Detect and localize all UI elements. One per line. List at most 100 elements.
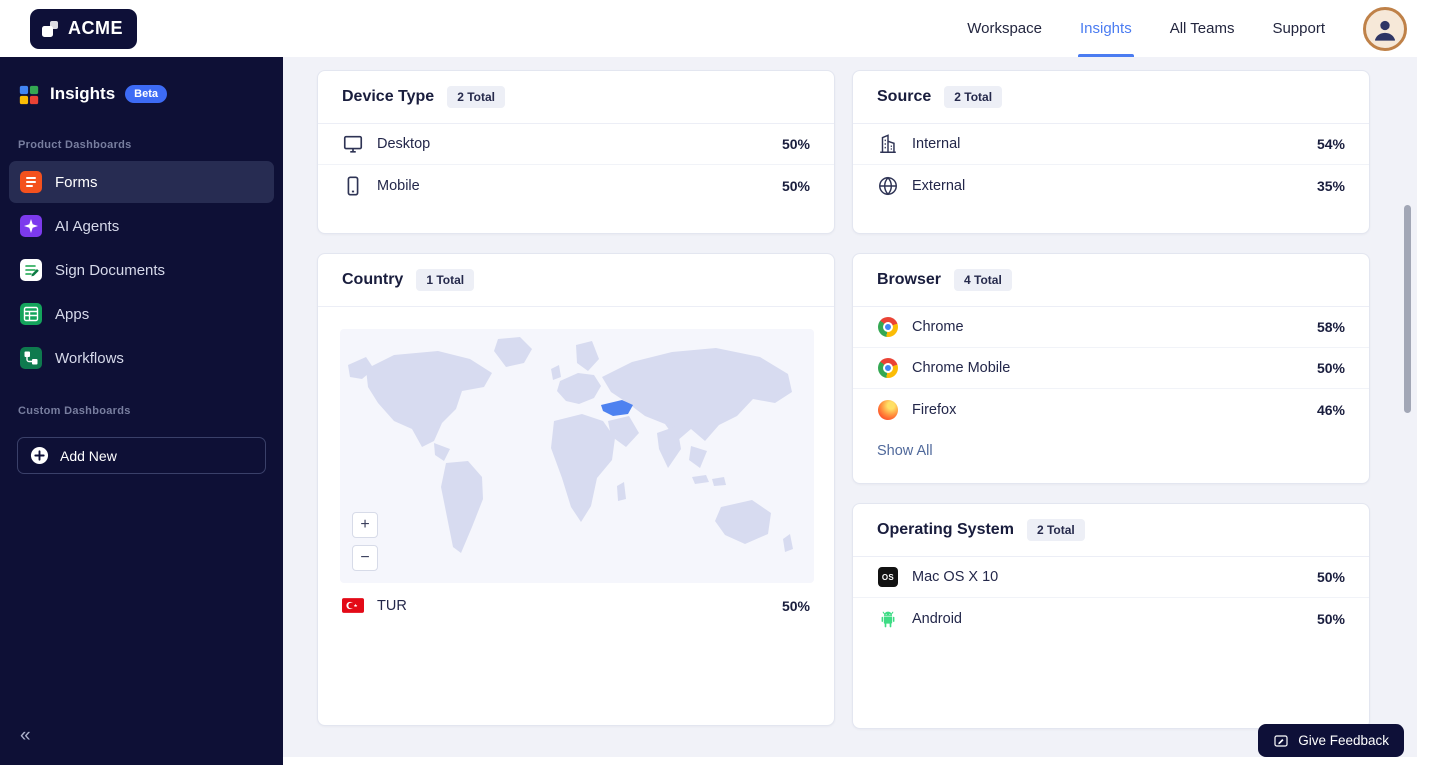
- stat-label: Chrome: [912, 319, 964, 335]
- total-badge: 2 Total: [447, 86, 505, 108]
- sidebar: Insights Beta Product Dashboards Forms A…: [0, 57, 283, 765]
- card-title: Operating System: [877, 521, 1014, 538]
- card-title: Source: [877, 88, 932, 105]
- sidebar-item-label: Apps: [55, 305, 90, 323]
- sidebar-item-label: Sign Documents: [55, 261, 166, 279]
- nav-workspace[interactable]: Workspace: [967, 0, 1042, 57]
- section-label-custom-dashboards: Custom Dashboards: [18, 405, 131, 417]
- add-new-label: Add New: [60, 447, 117, 464]
- sidebar-item-sign-documents[interactable]: Sign Documents: [9, 249, 274, 291]
- stat-row: Desktop 50%: [318, 124, 834, 165]
- stat-row: Internal 54%: [853, 124, 1369, 165]
- world-map[interactable]: + −: [340, 329, 814, 583]
- card-header: Source 2 Total: [853, 71, 1369, 124]
- give-feedback-button[interactable]: Give Feedback: [1258, 724, 1404, 757]
- stat-value: 50%: [781, 136, 810, 152]
- stat-value: 50%: [1316, 610, 1345, 627]
- device-type-card: Device Type 2 Total Desktop 50% Mobile 5…: [317, 70, 835, 234]
- card-title: Country: [342, 271, 404, 288]
- add-new-button[interactable]: Add New: [17, 437, 266, 474]
- sidebar-item-apps[interactable]: Apps: [9, 293, 274, 335]
- top-header: ACME Workspace Insights All Teams Suppor…: [0, 0, 1429, 57]
- section-label-product-dashboards: Product Dashboards: [18, 139, 132, 151]
- total-badge: 1 Total: [416, 269, 475, 291]
- card-header: Device Type 2 Total: [318, 71, 834, 124]
- sidebar-item-label: Forms: [55, 173, 98, 191]
- stat-label: Android: [912, 610, 962, 627]
- feedback-icon: [1273, 733, 1289, 749]
- sidebar-title: Insights: [50, 84, 116, 103]
- stat-value: 58%: [1316, 319, 1345, 335]
- source-card: Source 2 Total Internal 54% External 35%: [852, 70, 1370, 234]
- stat-row: Firefox 46%: [853, 389, 1369, 430]
- card-header: Country 1 Total: [318, 254, 834, 307]
- card-title: Browser: [877, 271, 942, 288]
- acme-logo-icon: [40, 19, 60, 39]
- stat-row: Mobile 50%: [318, 165, 834, 206]
- stat-value: 50%: [781, 597, 810, 614]
- stat-row: Android 50%: [853, 598, 1369, 639]
- scrollbar-thumb[interactable]: [1404, 205, 1411, 413]
- sidebar-item-forms[interactable]: Forms: [9, 161, 274, 203]
- insights-logo-icon: [18, 83, 40, 105]
- apps-icon: [20, 303, 42, 325]
- card-header: Browser 4 Total: [853, 254, 1369, 307]
- total-badge: 2 Total: [944, 86, 1003, 108]
- beta-badge: Beta: [125, 85, 168, 103]
- user-avatar[interactable]: [1363, 6, 1407, 51]
- sidebar-item-label: AI Agents: [55, 217, 120, 235]
- mobile-icon: [342, 175, 364, 197]
- chrome-icon: [877, 316, 899, 338]
- stat-row: OS Mac OS X 10 50%: [853, 557, 1369, 598]
- card-header: Operating System 2 Total: [853, 504, 1369, 557]
- sidebar-collapse-button[interactable]: «: [20, 725, 31, 747]
- zoom-out-button[interactable]: −: [352, 545, 378, 571]
- operating-system-card: Operating System 2 Total OS Mac OS X 10 …: [852, 503, 1370, 729]
- stat-row: Chrome 58%: [853, 307, 1369, 348]
- sidebar-brand: Insights Beta: [0, 57, 283, 127]
- total-badge: 4 Total: [954, 269, 1012, 291]
- android-icon: [877, 608, 899, 630]
- chrome-icon: [877, 357, 899, 379]
- sign-documents-icon: [20, 259, 42, 281]
- stat-label: Mobile: [377, 177, 420, 194]
- desktop-icon: [342, 133, 364, 155]
- forms-icon: [20, 171, 42, 193]
- stat-value: 54%: [1316, 136, 1345, 152]
- map-zoom-controls: + −: [352, 512, 378, 571]
- nav-all-teams[interactable]: All Teams: [1170, 0, 1235, 57]
- firefox-icon: [877, 399, 899, 421]
- stat-label: Firefox: [912, 401, 957, 418]
- sidebar-item-workflows[interactable]: Workflows: [9, 337, 274, 379]
- stat-label: Internal: [912, 136, 961, 152]
- stat-label: Desktop: [377, 136, 431, 152]
- ai-agents-icon: [20, 215, 42, 237]
- nav-insights[interactable]: Insights: [1078, 0, 1134, 57]
- workflows-icon: [20, 347, 42, 369]
- browser-card: Browser 4 Total Chrome 58% Chrome Mobile…: [852, 253, 1370, 484]
- stat-value: 50%: [1316, 360, 1345, 376]
- stat-value: 35%: [1316, 177, 1345, 194]
- person-icon: [1375, 20, 1395, 41]
- world-map-svg: [348, 337, 793, 553]
- macos-icon: OS: [877, 566, 899, 588]
- logo-text: ACME: [68, 18, 123, 38]
- stat-label: External: [912, 177, 966, 194]
- globe-icon: [877, 175, 899, 197]
- header-nav: Workspace Insights All Teams Support: [967, 0, 1407, 57]
- zoom-in-button[interactable]: +: [352, 512, 378, 538]
- feedback-label: Give Feedback: [1298, 733, 1389, 748]
- show-all-link[interactable]: Show All: [853, 430, 1369, 472]
- turkey-flag-icon: [342, 595, 364, 617]
- acme-logo[interactable]: ACME: [30, 8, 137, 49]
- stat-row: Chrome Mobile 50%: [853, 348, 1369, 389]
- total-badge: 2 Total: [1026, 519, 1085, 541]
- country-card: Country 1 Total + − TUR 50%: [317, 253, 835, 726]
- stat-row: TUR 50%: [318, 585, 834, 626]
- sidebar-item-ai-agents[interactable]: AI Agents: [9, 205, 274, 247]
- main-content: Device Type 2 Total Desktop 50% Mobile 5…: [283, 57, 1417, 757]
- building-icon: [877, 133, 899, 155]
- nav-support[interactable]: Support: [1272, 0, 1325, 57]
- stat-value: 46%: [1316, 401, 1345, 418]
- sidebar-item-label: Workflows: [55, 349, 124, 367]
